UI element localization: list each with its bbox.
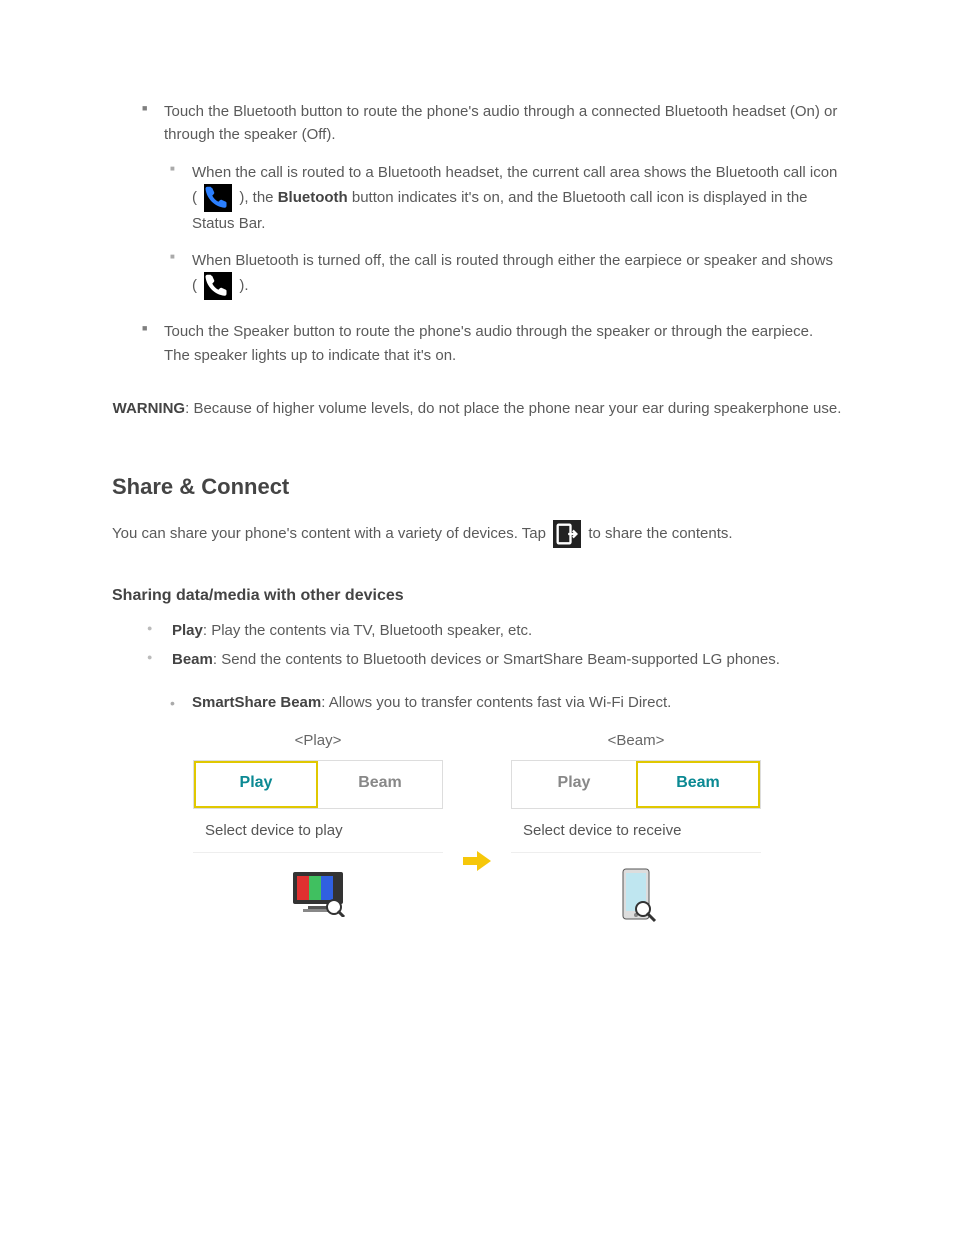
bullet-play: Play: Play the contents via TV, Bluetoot… bbox=[112, 619, 842, 642]
bullet-bluetooth-toggle: Touch the Bluetooth button to route the … bbox=[112, 100, 842, 147]
label: Play bbox=[172, 622, 203, 639]
panel-subtext: Select device to play bbox=[193, 809, 443, 853]
warning-label: WARNING bbox=[113, 400, 186, 417]
panel-title: <Play> bbox=[193, 729, 443, 752]
tab-play[interactable]: Play bbox=[512, 761, 636, 808]
text: : Send the contents to Bluetooth devices… bbox=[213, 651, 780, 668]
text: button indicates it's on, and the bbox=[352, 189, 558, 206]
call-icon-dark bbox=[204, 272, 232, 300]
panel-title: <Beam> bbox=[511, 729, 761, 752]
label: Beam bbox=[172, 651, 213, 668]
subheading-sharing-data: Sharing data/media with other devices bbox=[112, 584, 842, 609]
section-heading-share-connect: Share & Connect bbox=[112, 470, 842, 504]
bold-word: Bluetooth bbox=[278, 189, 348, 206]
bullet-beam: Beam: Send the contents to Bluetooth dev… bbox=[112, 648, 842, 671]
panel-subtext: Select device to receive bbox=[511, 809, 761, 853]
bullet-bluetooth-off: When Bluetooth is turned off, the call i… bbox=[112, 249, 842, 300]
arrow-icon bbox=[463, 851, 491, 871]
bullet-smartshare-beam: SmartShare Beam: Allows you to transfer … bbox=[112, 691, 842, 714]
bluetooth-call-icon-blue bbox=[204, 184, 232, 212]
text: ). bbox=[239, 277, 248, 294]
tab-beam[interactable]: Beam bbox=[318, 761, 442, 808]
label: SmartShare Beam bbox=[192, 694, 321, 711]
tab-beam[interactable]: Beam bbox=[636, 761, 760, 808]
text: to share the contents. bbox=[588, 525, 732, 542]
share-intro: You can share your phone's content with … bbox=[112, 520, 842, 548]
tabs: Play Beam bbox=[193, 760, 443, 809]
share-icon bbox=[553, 520, 581, 548]
text: : Play the contents via TV, Bluetooth sp… bbox=[203, 622, 532, 639]
bullet-speaker-toggle: Touch the Speaker button to route the ph… bbox=[112, 320, 842, 367]
warning-text: : Because of higher volume levels, do no… bbox=[185, 400, 841, 417]
device-phone-icon bbox=[511, 853, 761, 934]
text: When Bluetooth is turned off, the call i… bbox=[192, 252, 833, 294]
tab-play[interactable]: Play bbox=[194, 761, 318, 808]
tabs: Play Beam bbox=[511, 760, 761, 809]
text: Touch the Bluetooth button to route the … bbox=[164, 103, 837, 143]
device-tv-icon bbox=[193, 853, 443, 924]
text: ), the bbox=[239, 189, 277, 206]
text: You can share your phone's content with … bbox=[112, 525, 550, 542]
play-beam-figure: <Play> Play Beam Select device to play bbox=[112, 729, 842, 935]
text: Touch the Speaker button to route the ph… bbox=[164, 323, 813, 363]
bullet-bluetooth-on: When the call is routed to a Bluetooth h… bbox=[112, 161, 842, 236]
play-panel: <Play> Play Beam Select device to play bbox=[193, 729, 443, 925]
beam-panel: <Beam> Play Beam Select device to receiv… bbox=[511, 729, 761, 935]
warning-note: WARNING: Because of higher volume levels… bbox=[112, 397, 842, 420]
text: : Allows you to transfer contents fast v… bbox=[321, 694, 671, 711]
